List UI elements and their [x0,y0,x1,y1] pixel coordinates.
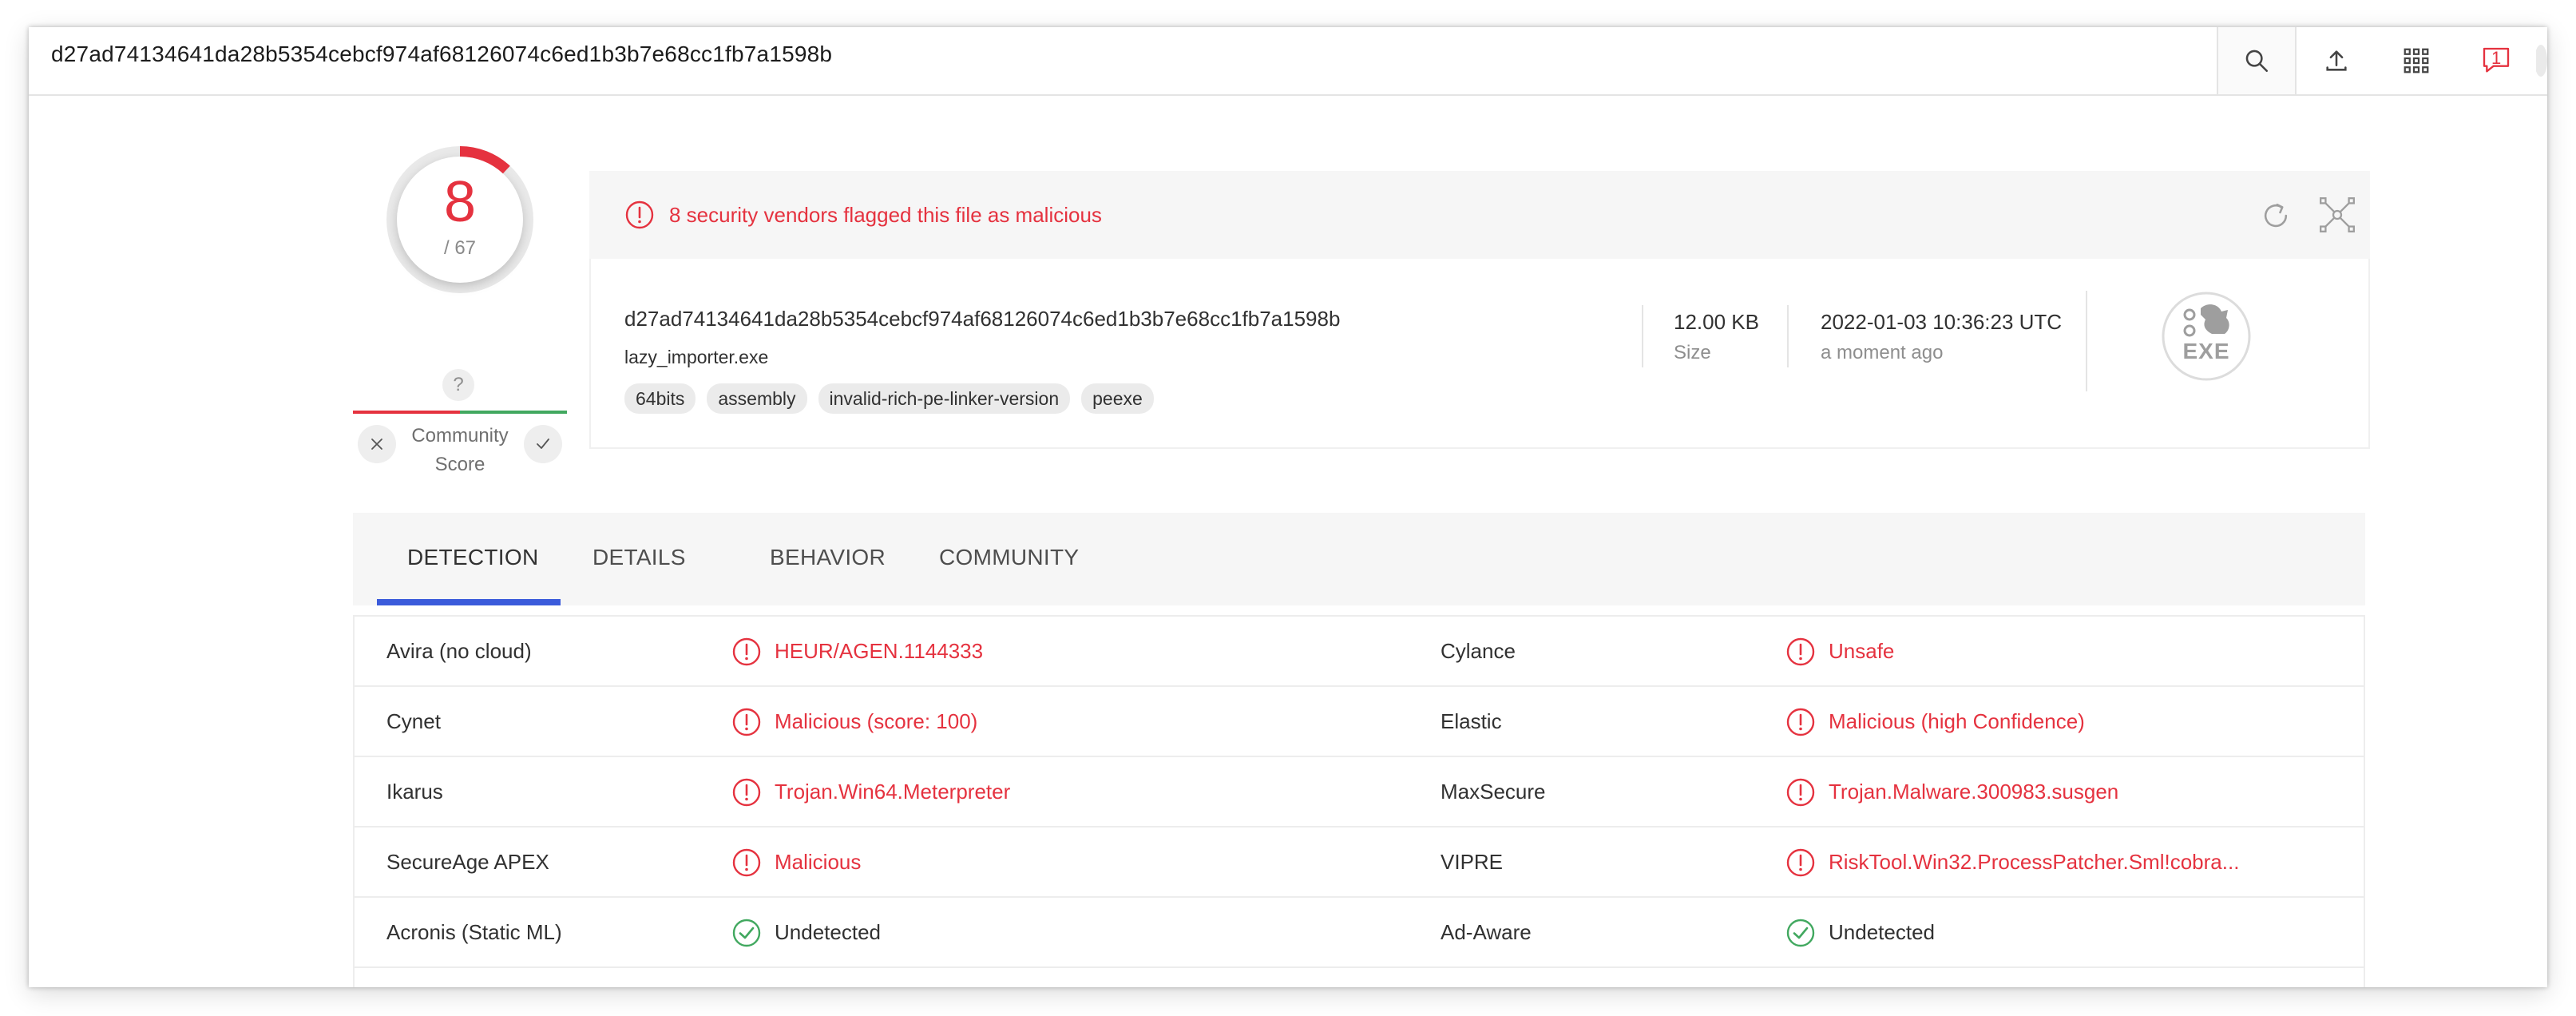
file-size-value: 12.00 KB [1674,310,1759,334]
malicious-alert-banner: 8 security vendors flagged this file as … [589,171,2370,259]
search-icon [2245,50,2269,73]
detection-result: Undetected [1829,920,1935,944]
vendor-name: Ikarus [386,780,443,804]
file-name: lazy_importer.exe [624,347,769,367]
detection-result[interactable]: Malicious (score: 100) [775,687,977,756]
community-score-label: Community Score [411,425,509,475]
search-button[interactable] [2217,27,2297,94]
divider [1642,305,1643,367]
detection-table: Avira (no cloud) HEUR/AGEN.1144333 Cylance… [353,615,2365,987]
community-score-value: ? [442,369,474,401]
engine-total: / 67 [443,237,477,259]
detection-result[interactable]: Unsafe [1829,617,1894,685]
file-report: 8 / 67 ? Community Score 8 security vend… [29,96,2547,987]
detection-result[interactable]: Malicious (high Confidence) [1829,687,2085,756]
vote-harmless-button[interactable] [524,425,562,463]
file-tags: 64bits assembly invalid-rich-pe-linker-v… [624,383,1154,414]
alert-icon [731,777,762,812]
alert-icon [731,707,762,741]
alert-icon [1785,847,1816,882]
alert-icon [1785,707,1816,741]
divider [2086,291,2087,391]
upload-icon [2326,50,2347,71]
analysis-date-value: 2022-01-03 10:36:23 UTC [1821,310,2063,334]
tab-behavior[interactable]: BEHAVIOR [770,513,886,605]
table-row: Avira (no cloud) HEUR/AGEN.1144333 Cylance… [355,617,2364,687]
close-icon [371,439,382,450]
alert-icon [731,847,762,882]
detection-result[interactable]: RiskTool.Win32.ProcessPatcher.Sml!cobra.… [1829,827,2239,896]
notifications-button[interactable]: 1 [2456,27,2536,94]
detection-result: Undetected [775,968,881,987]
check-icon [537,439,549,449]
search-input[interactable]: d27ad74134641da28b5354cebcf974af68126074… [51,27,832,94]
alert-icon [625,200,654,229]
detection-result: Undetected [775,920,881,944]
upload-button[interactable] [2297,27,2376,94]
table-row: SecureAge APEX Malicious VIPRE RiskTool.Win… [355,827,2364,898]
vote-harmful-button[interactable] [358,425,396,463]
vendor-name: MaxSecure [1441,780,1546,804]
notification-count: 1 [2491,48,2502,68]
account-button[interactable] [2536,27,2547,94]
file-info-panel: d27ad74134641da28b5354cebcf974af68126074… [589,259,2370,449]
reanalyze-icon[interactable] [2258,198,2293,233]
avatar [2536,45,2547,77]
detection-result[interactable]: HEUR/AGEN.1144333 [775,617,983,685]
active-tab-indicator [377,599,561,605]
table-row: Acronis (Static ML) Undetected Ad-Aware Und… [355,898,2364,968]
divider [1787,305,1789,367]
vendor-name: VIPRE [1441,850,1504,874]
check-circle-icon [731,918,762,952]
detection-score: 8 / 67 [380,140,540,300]
tab-details[interactable]: DETAILS [592,513,686,605]
tab-detection[interactable]: DETECTION [407,513,538,605]
tag-chip[interactable]: peexe [1081,383,1154,414]
vendor-name: Cynet [386,709,441,733]
tab-community[interactable]: COMMUNITY [939,513,1079,605]
tag-chip[interactable]: assembly [707,383,807,414]
top-bar: d27ad74134641da28b5354cebcf974af68126074… [29,27,2547,96]
alert-icon [1785,637,1816,671]
tag-chip[interactable]: invalid-rich-pe-linker-version [818,383,1071,414]
top-toolbar: 1 [2217,27,2547,94]
vendor-name: Cylance [1441,639,1516,663]
detection-count: 8 [443,170,477,234]
vendor-name: Elastic [1441,709,1502,733]
alert-icon [731,637,762,671]
alert-icon [1785,777,1816,812]
file-hash: d27ad74134641da28b5354cebcf974af68126074… [624,307,1341,331]
vendor-name: AhnLab-V3 [386,968,490,987]
file-type-label: EXE [2182,339,2230,363]
browser-window: d27ad74134641da28b5354cebcf974af68126074… [29,27,2547,987]
detection-result: Undetected [1829,968,1935,987]
vendor-name: Avira (no cloud) [386,639,532,663]
detection-result[interactable]: Trojan.Win64.Meterpreter [775,757,1010,826]
vendor-name: Acronis (Static ML) [386,920,562,944]
report-tabs: DETECTION DETAILS BEHAVIOR COMMUNITY [353,513,2365,605]
file-size-label: Size [1674,342,1711,363]
detection-result[interactable]: Trojan.Malware.300983.susgen [1829,757,2118,826]
table-row: Cynet Malicious (score: 100) Elastic Malici… [355,687,2364,757]
table-row: AhnLab-V3 Undetected Alibaba Undetected [355,968,2364,987]
analysis-date-relative: a moment ago [1821,342,1944,363]
graph-icon[interactable] [2317,195,2357,235]
community-score: ? Community Score [353,369,567,481]
exe-file-type-icon: EXE [2161,291,2252,386]
vendor-name: Alibaba [1441,968,1510,987]
grid-icon [2404,48,2429,73]
check-circle-icon [1785,918,1816,952]
tag-chip[interactable]: 64bits [624,383,696,414]
community-bar-positive [460,411,567,414]
vendor-name: Ad-Aware [1441,920,1532,944]
community-bar-negative [353,411,460,414]
alert-message: 8 security vendors flagged this file as … [669,203,1102,227]
table-row: Ikarus Trojan.Win64.Meterpreter MaxSecure T… [355,757,2364,827]
vendor-name: SecureAge APEX [386,850,549,874]
apps-button[interactable] [2376,27,2456,94]
detection-result[interactable]: Malicious [775,827,861,896]
